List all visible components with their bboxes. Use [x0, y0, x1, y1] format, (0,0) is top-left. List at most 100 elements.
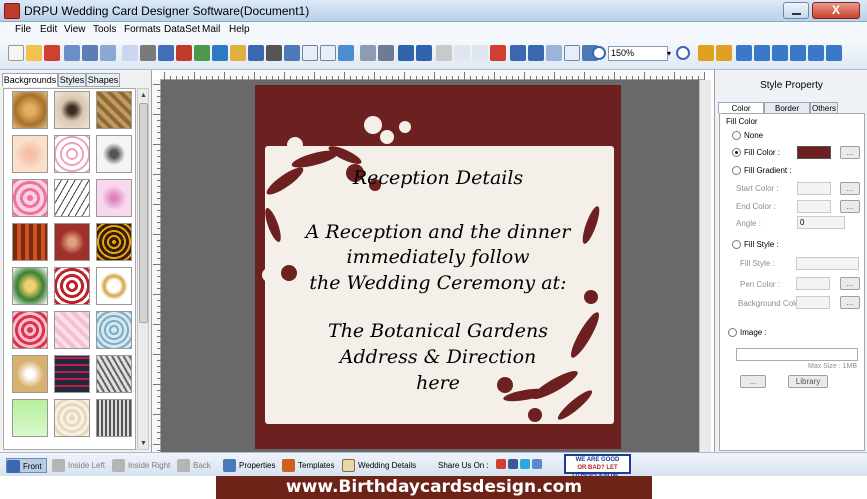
image-path-field[interactable] — [736, 348, 858, 361]
google-share-icon[interactable] — [496, 459, 506, 469]
arrow-up-icon[interactable] — [790, 45, 806, 61]
library-button[interactable]: Library — [788, 375, 828, 388]
bring-front-icon[interactable] — [510, 45, 526, 61]
background-thumbnail[interactable] — [54, 399, 90, 437]
angle-stepper[interactable]: 0 — [797, 216, 845, 229]
zoom-in-icon[interactable] — [592, 46, 606, 60]
menu-tools[interactable]: Tools — [93, 24, 116, 35]
background-color-field[interactable] — [796, 296, 830, 309]
pen-icon[interactable] — [212, 45, 228, 61]
wordart-icon[interactable] — [248, 45, 264, 61]
card-address[interactable]: Address & Direction — [255, 346, 621, 368]
background-thumbnail[interactable] — [54, 91, 90, 129]
text-box-icon[interactable] — [302, 45, 318, 61]
card-line-3[interactable]: the Wedding Ceremony at: — [255, 272, 621, 294]
inside-left-button[interactable]: Inside Left — [52, 458, 105, 473]
menu-file[interactable]: File — [15, 24, 31, 35]
properties-button[interactable]: Properties — [223, 458, 275, 473]
background-thumbnail[interactable] — [12, 91, 48, 129]
paste-icon[interactable] — [472, 45, 488, 61]
align-left-icon[interactable] — [736, 45, 752, 61]
background-thumbnail[interactable] — [96, 399, 132, 437]
cut-icon[interactable] — [436, 45, 452, 61]
background-thumbnail[interactable] — [96, 135, 132, 173]
wedding-card[interactable]: Reception Details A Reception and the di… — [255, 85, 621, 449]
database-icon[interactable] — [360, 45, 376, 61]
shapes-icon[interactable] — [230, 45, 246, 61]
background-thumbnail[interactable] — [96, 91, 132, 129]
background-thumbnail[interactable] — [12, 179, 48, 217]
background-thumbnail[interactable] — [96, 267, 132, 305]
start-color-field[interactable] — [797, 182, 831, 195]
pen-color-field[interactable] — [796, 277, 830, 290]
fill-style-radio[interactable] — [732, 240, 741, 249]
background-thumbnail[interactable] — [54, 355, 90, 393]
zoom-level-field[interactable]: 150% — [608, 46, 668, 61]
unlock-icon[interactable] — [716, 45, 732, 61]
background-thumbnail[interactable] — [54, 223, 90, 261]
canvas-scrollbar[interactable] — [699, 80, 711, 452]
facebook-share-icon[interactable] — [508, 459, 518, 469]
card-venue[interactable]: The Botanical Gardens — [255, 320, 621, 342]
fill-gradient-radio[interactable] — [732, 166, 741, 175]
thumbnails-scrollbar[interactable]: ▲ ▼ — [137, 88, 149, 450]
pen-color-browse-button[interactable]: ... — [840, 277, 860, 290]
close-document-icon[interactable] — [44, 45, 60, 61]
print-icon[interactable] — [140, 45, 156, 61]
card-line-2[interactable]: immediately follow — [255, 246, 621, 268]
print-preview-icon[interactable] — [122, 45, 138, 61]
background-thumbnail[interactable] — [96, 311, 132, 349]
inside-right-button[interactable]: Inside Right — [112, 458, 170, 473]
card-heading[interactable]: Reception Details — [255, 167, 621, 189]
background-thumbnail[interactable] — [54, 135, 90, 173]
barcode-icon[interactable] — [266, 45, 282, 61]
database-settings-icon[interactable] — [378, 45, 394, 61]
copy-object-icon[interactable] — [454, 45, 470, 61]
save-icon[interactable] — [64, 45, 80, 61]
scroll-down-icon[interactable]: ▼ — [139, 439, 148, 448]
minimize-button[interactable] — [783, 2, 809, 19]
image-browse-button[interactable]: ... — [740, 375, 766, 388]
menu-help[interactable]: Help — [229, 24, 250, 35]
fill-color-swatch[interactable] — [797, 146, 831, 159]
menu-edit[interactable]: Edit — [40, 24, 57, 35]
export-icon[interactable] — [100, 45, 116, 61]
signature-icon[interactable] — [284, 45, 300, 61]
templates-button[interactable]: Templates — [282, 458, 334, 473]
fill-color-browse-button[interactable]: ... — [840, 146, 860, 159]
card-line-1[interactable]: A Reception and the dinner — [255, 221, 621, 243]
close-button[interactable]: X — [812, 2, 860, 19]
arrow-down-icon[interactable] — [826, 45, 842, 61]
symbol-icon[interactable] — [320, 45, 336, 61]
background-thumbnail[interactable] — [12, 135, 48, 173]
menu-formats[interactable]: Formats — [124, 24, 161, 35]
menu-mail[interactable]: Mail — [202, 24, 220, 35]
wedding-details-button[interactable]: Wedding Details — [342, 458, 416, 473]
menu-view[interactable]: View — [64, 24, 86, 35]
tab-shapes[interactable]: Shapes — [86, 73, 120, 87]
background-thumbnail[interactable] — [12, 267, 48, 305]
background-thumbnail[interactable] — [12, 355, 48, 393]
tab-styles[interactable]: Styles — [58, 73, 86, 87]
background-thumbnail[interactable] — [96, 179, 132, 217]
open-icon[interactable] — [26, 45, 42, 61]
background-thumbnail[interactable] — [54, 311, 90, 349]
zoom-out-icon[interactable] — [676, 46, 690, 60]
zoom-dropdown-arrow[interactable]: ▾ — [664, 46, 674, 61]
scrollbar-thumb[interactable] — [139, 103, 148, 323]
email-icon[interactable] — [338, 45, 354, 61]
image-icon[interactable] — [194, 45, 210, 61]
delete-icon[interactable] — [490, 45, 506, 61]
background-thumbnail[interactable] — [12, 399, 48, 437]
text-icon[interactable] — [176, 45, 192, 61]
feedback-badge[interactable]: WE ARE GOOD OR BAD? LET OTHERS KNOW... — [564, 454, 631, 479]
background-color-browse-button[interactable]: ... — [840, 296, 860, 309]
image-radio[interactable] — [728, 328, 737, 337]
card-here[interactable]: here — [255, 372, 621, 394]
end-color-field[interactable] — [797, 200, 831, 213]
send-back-icon[interactable] — [528, 45, 544, 61]
align-right-icon[interactable] — [808, 45, 824, 61]
background-thumbnail[interactable] — [54, 179, 90, 217]
undo-icon[interactable] — [398, 45, 414, 61]
grid-icon[interactable] — [546, 45, 562, 61]
